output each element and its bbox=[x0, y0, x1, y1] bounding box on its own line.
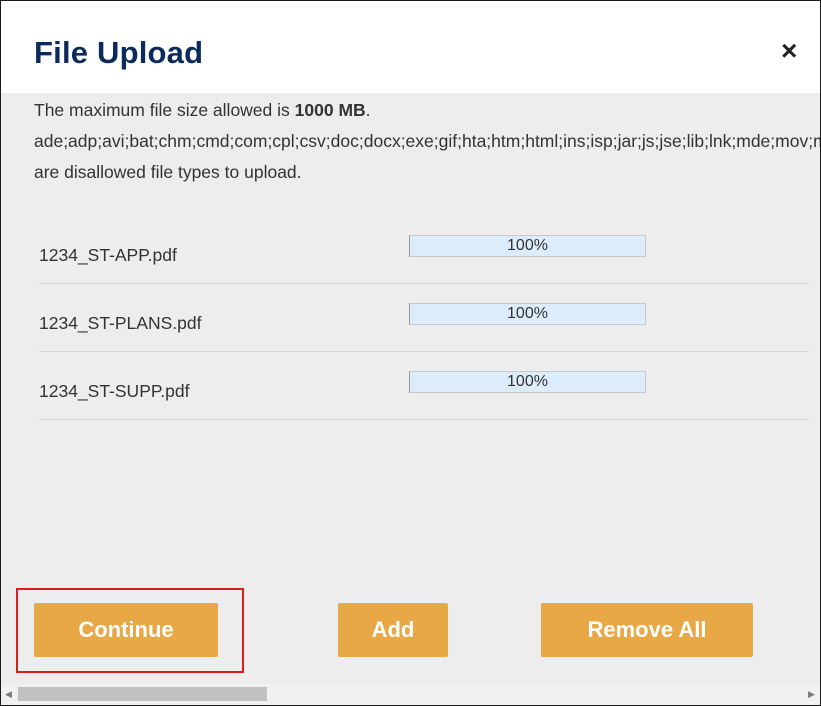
upload-progress-bar: 100% bbox=[409, 371, 646, 393]
add-button[interactable]: Add bbox=[338, 603, 448, 657]
file-name: 1234_ST-PLANS.pdf bbox=[39, 313, 202, 333]
disallowed-types-note: are disallowed file types to upload. bbox=[34, 162, 302, 182]
continue-highlight-box bbox=[16, 588, 244, 673]
upload-progress-bar: 100% bbox=[409, 235, 646, 257]
close-icon[interactable]: × bbox=[781, 37, 797, 65]
file-row: 1234_ST-APP.pdf 100% bbox=[39, 217, 809, 284]
max-size-suffix: . bbox=[365, 100, 371, 120]
scrollbar-thumb[interactable] bbox=[18, 687, 267, 701]
file-list: 1234_ST-APP.pdf 100% 1234_ST-PLANS.pdf 1… bbox=[39, 217, 809, 421]
file-upload-dialog: File Upload × The maximum file size allo… bbox=[0, 0, 821, 706]
scroll-left-arrow-icon[interactable]: ◀ bbox=[5, 689, 12, 700]
remove-all-button[interactable]: Remove All bbox=[541, 603, 753, 657]
progress-label: 100% bbox=[507, 373, 548, 390]
max-size-prefix: The maximum file size allowed is bbox=[34, 100, 290, 120]
dialog-title: File Upload bbox=[34, 35, 204, 70]
upload-info: The maximum file size allowed is 1000 MB… bbox=[34, 95, 820, 188]
file-name: 1234_ST-SUPP.pdf bbox=[39, 381, 190, 401]
max-size-value: 1000 MB bbox=[294, 100, 366, 120]
scroll-right-arrow-icon[interactable]: ▶ bbox=[808, 689, 815, 700]
disallowed-types-list: ade;adp;avi;bat;chm;cmd;com;cpl;csv;doc;… bbox=[34, 131, 820, 151]
file-row: 1234_ST-SUPP.pdf 100% bbox=[39, 353, 809, 420]
progress-label: 100% bbox=[507, 305, 548, 322]
file-row: 1234_ST-PLANS.pdf 100% bbox=[39, 285, 809, 352]
file-name: 1234_ST-APP.pdf bbox=[39, 245, 177, 265]
progress-label: 100% bbox=[507, 237, 548, 254]
dialog-header: File Upload × bbox=[1, 1, 820, 93]
horizontal-scrollbar[interactable]: ◀ ▶ bbox=[1, 684, 820, 705]
upload-progress-bar: 100% bbox=[409, 303, 646, 325]
max-size-line: The maximum file size allowed is 1000 MB… bbox=[34, 95, 820, 126]
